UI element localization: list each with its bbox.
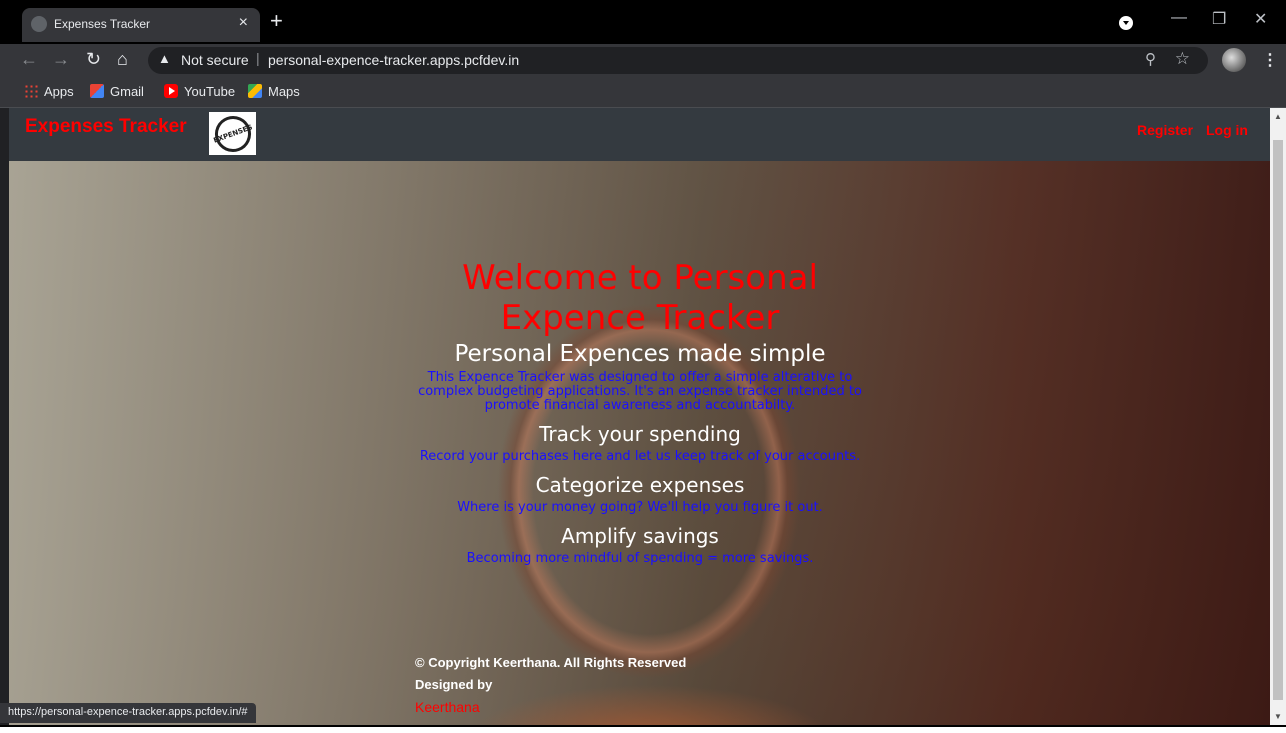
- profile-avatar[interactable]: [1222, 48, 1246, 72]
- home-icon[interactable]: ⌂: [117, 49, 128, 70]
- hero-section: Welcome to Personal Expence Tracker Pers…: [9, 161, 1270, 725]
- scroll-up-icon[interactable]: ▲: [1274, 112, 1282, 121]
- menu-kebab-icon[interactable]: ⋮: [1262, 50, 1278, 70]
- zoom-icon[interactable]: ⚲: [1145, 50, 1156, 68]
- url-text[interactable]: personal-expence-tracker.apps.pcfdev.in: [268, 52, 519, 68]
- browser-toolbar: ← → ↻ ⌂ ▲ Not secure | personal-expence-…: [0, 44, 1286, 77]
- back-icon[interactable]: ←: [20, 49, 38, 70]
- close-tab-icon[interactable]: ×: [239, 14, 248, 32]
- link-status-bar: https://personal-expence-tracker.apps.pc…: [0, 703, 256, 723]
- scroll-down-icon[interactable]: ▼: [1274, 712, 1282, 721]
- warning-icon: ▲: [158, 51, 171, 66]
- intro-text: This Expence Tracker was designed to off…: [418, 370, 862, 413]
- copyright-line: © Copyright Keerthana. All Rights Reserv…: [415, 652, 686, 674]
- feature-text: Record your purchases here and let us ke…: [419, 449, 861, 464]
- reload-icon[interactable]: ↻: [86, 49, 101, 70]
- feature-track: Track your spending Record your purchase…: [409, 421, 871, 464]
- browser-tab[interactable]: Expenses Tracker ×: [22, 8, 260, 42]
- close-window-icon[interactable]: ✕: [1254, 9, 1267, 29]
- feature-text: Becoming more mindful of spending = more…: [466, 551, 814, 566]
- copyright-label: © Copyright: [415, 655, 490, 670]
- copyright-owner: Keerthana: [493, 655, 557, 670]
- designer-name[interactable]: Keerthana: [415, 696, 686, 718]
- hero-title-line2: Expence Tracker: [500, 298, 780, 338]
- page-scrollbar[interactable]: ▲ ▼: [1270, 108, 1286, 725]
- new-tab-button[interactable]: +: [270, 10, 283, 32]
- tagline: Personal Expences made simple: [454, 341, 826, 367]
- register-link[interactable]: Register: [1137, 122, 1193, 138]
- feature-heading: Track your spending: [539, 422, 741, 446]
- security-label[interactable]: Not secure: [181, 52, 249, 68]
- bookmark-star-icon[interactable]: ☆: [1175, 49, 1190, 69]
- restore-icon[interactable]: ❐: [1212, 9, 1226, 29]
- bookmark-maps[interactable]: Maps: [248, 84, 300, 99]
- bookmarks-bar: Apps Gmail YouTube Maps: [0, 77, 1286, 108]
- page-viewport: Expenses Tracker EXPENSES Register Log i…: [9, 108, 1270, 725]
- site-footer: © Copyright Keerthana. All Rights Reserv…: [415, 652, 686, 718]
- bookmark-gmail[interactable]: Gmail: [90, 84, 144, 99]
- brand-title[interactable]: Expenses Tracker: [25, 116, 187, 138]
- bookmark-label: Gmail: [110, 84, 144, 99]
- expenses-stamp-icon: EXPENSES: [209, 110, 256, 157]
- gmail-icon: [90, 84, 104, 98]
- youtube-icon: [164, 84, 178, 98]
- bookmark-youtube[interactable]: YouTube: [164, 84, 235, 99]
- feature-savings: Amplify savings Becoming more mindful of…: [409, 523, 871, 566]
- forward-icon[interactable]: →: [52, 49, 70, 70]
- bookmark-label: Apps: [44, 84, 74, 99]
- feature-text: Where is your money going? We'll help yo…: [457, 500, 823, 515]
- maps-icon: [248, 84, 262, 98]
- feature-heading: Amplify savings: [561, 524, 719, 548]
- bookmark-label: Maps: [268, 84, 300, 99]
- rights-text: . All Rights Reserved: [556, 655, 687, 670]
- address-bar[interactable]: ▲ Not secure | personal-expence-tracker.…: [148, 47, 1208, 74]
- globe-icon: [31, 16, 47, 32]
- tab-title: Expenses Tracker: [54, 17, 151, 31]
- feature-categorize: Categorize expenses Where is your money …: [409, 472, 871, 515]
- scrollbar-thumb[interactable]: [1273, 140, 1283, 700]
- hero-content: Welcome to Personal Expence Tracker Pers…: [409, 258, 871, 566]
- bookmark-apps[interactable]: Apps: [24, 84, 74, 99]
- apps-grid-icon: [24, 84, 38, 98]
- minimize-icon[interactable]: —: [1171, 9, 1187, 27]
- brand-logo: EXPENSES: [209, 110, 256, 157]
- separator: |: [256, 50, 260, 66]
- hero-title: Welcome to Personal Expence Tracker: [409, 258, 871, 338]
- site-navbar: Expenses Tracker EXPENSES Register Log i…: [9, 108, 1270, 161]
- feature-heading: Categorize expenses: [535, 473, 745, 497]
- bookmark-label: YouTube: [184, 84, 236, 99]
- bottom-edge: [0, 725, 1286, 733]
- browser-tab-strip: Expenses Tracker × + — ❐ ✕: [0, 0, 1286, 44]
- designed-by-label: Designed by: [415, 677, 493, 692]
- tab-search-icon[interactable]: [1119, 16, 1133, 30]
- login-link[interactable]: Log in: [1206, 122, 1248, 138]
- hero-title-line1: Welcome to Personal: [462, 258, 818, 298]
